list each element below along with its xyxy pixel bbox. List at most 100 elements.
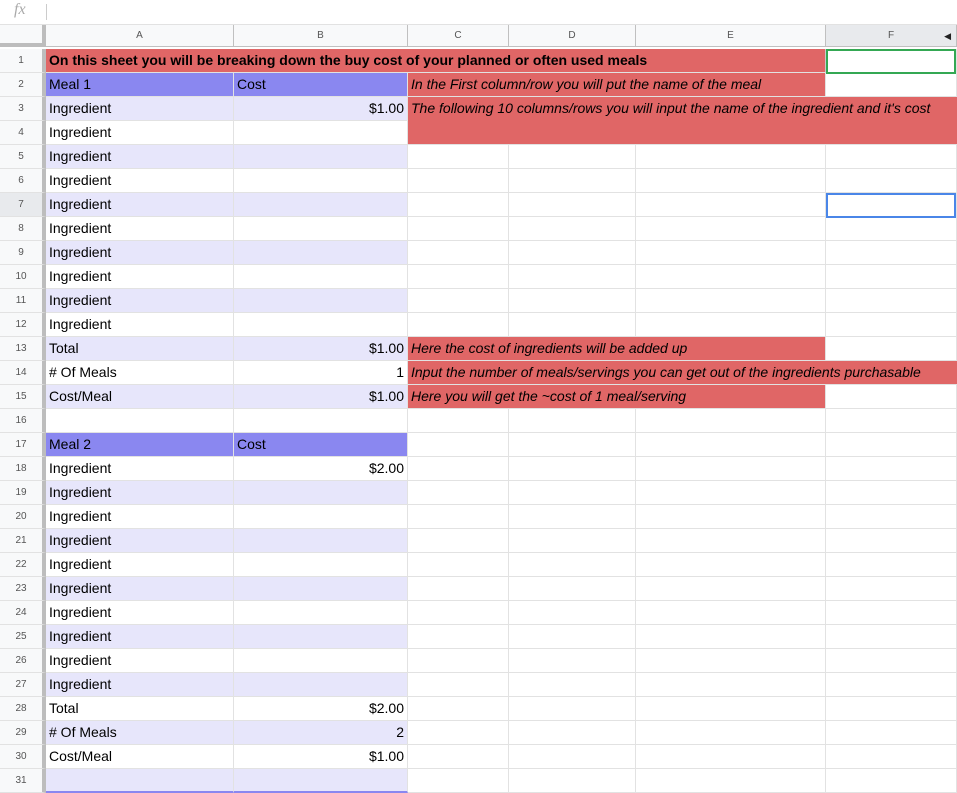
meal1-ingredient-cost[interactable]: $1.00 [234,97,408,121]
meal2-ingredient-cost[interactable] [234,649,408,673]
meal2-ingredient[interactable]: Ingredient [46,577,234,601]
empty-cell[interactable] [636,673,826,697]
empty-cell[interactable] [826,625,957,649]
empty-cell[interactable] [636,721,826,745]
meal2-ingredient-cost[interactable] [234,553,408,577]
empty-cell[interactable] [636,481,826,505]
empty-cell[interactable] [826,649,957,673]
empty-cell[interactable] [826,745,957,769]
empty-cell[interactable] [408,265,509,289]
empty-cell[interactable] [408,601,509,625]
empty-cell[interactable] [636,193,826,217]
meal2-ingredient[interactable]: Ingredient [46,625,234,649]
row-header[interactable]: 17 [0,433,46,457]
meal1-ingredient-cost[interactable] [234,193,408,217]
meal2-ingredient[interactable]: Ingredient [46,457,234,481]
note-row13[interactable]: Here the cost of ingredients will be add… [408,337,826,361]
empty-cell[interactable] [408,673,509,697]
meal1-costmeal[interactable]: $1.00 [234,385,408,409]
empty-cell[interactable] [408,625,509,649]
empty-cell[interactable] [509,217,636,241]
meal2-ingredient[interactable]: Ingredient [46,649,234,673]
meal2-ingredient[interactable]: Ingredient [46,553,234,577]
column-header-e[interactable]: E [636,25,826,47]
empty-cell[interactable] [509,625,636,649]
empty-cell[interactable] [826,385,957,409]
meal1-meals[interactable]: 1 [234,361,408,385]
empty-cell[interactable] [636,217,826,241]
empty-cell[interactable] [636,625,826,649]
row-header[interactable]: 2 [0,73,46,97]
empty-cell[interactable] [636,601,826,625]
empty-cell[interactable] [509,241,636,265]
empty-cell[interactable] [636,265,826,289]
empty-cell[interactable] [826,601,957,625]
empty-cell[interactable] [636,745,826,769]
row-header[interactable]: 18 [0,457,46,481]
empty-cell[interactable] [826,217,957,241]
meal2-ingredient-cost[interactable] [234,625,408,649]
empty-cell[interactable] [509,745,636,769]
row-header[interactable]: 29 [0,721,46,745]
row-header[interactable]: 21 [0,529,46,553]
row-header[interactable]: 22 [0,553,46,577]
meal2-ingredient-cost[interactable] [234,577,408,601]
meal1-total-label[interactable]: Total [46,337,234,361]
column-header-a[interactable]: A [46,25,234,47]
empty-cell[interactable] [408,145,509,169]
meal1-ingredient[interactable]: Ingredient [46,97,234,121]
empty-cell[interactable] [509,721,636,745]
meal2-meals[interactable]: 2 [234,721,408,745]
empty-cell[interactable] [509,313,636,337]
meal2-name[interactable]: Meal 2 [46,433,234,457]
row-header[interactable]: 24 [0,601,46,625]
empty-cell[interactable] [408,217,509,241]
empty-cell[interactable] [509,505,636,529]
empty-cell[interactable] [408,193,509,217]
meal2-ingredient-cost[interactable] [234,673,408,697]
empty-cell[interactable] [509,697,636,721]
column-header-f[interactable]: F [826,25,957,47]
meal2-ingredient[interactable]: Ingredient [46,505,234,529]
empty-cell[interactable] [408,169,509,193]
meal1-ingredient-cost[interactable] [234,241,408,265]
empty-cell[interactable] [408,481,509,505]
row-header[interactable]: 27 [0,673,46,697]
row-header[interactable]: 11 [0,289,46,313]
meal1-ingredient[interactable]: Ingredient [46,145,234,169]
row-header[interactable]: 1 [0,49,46,73]
empty-cell[interactable] [408,745,509,769]
empty-cell[interactable] [826,529,957,553]
selected-cell-f1[interactable] [826,49,956,74]
meal2-cost-header[interactable]: Cost [234,433,408,457]
empty-cell[interactable] [509,601,636,625]
select-all-corner[interactable] [0,25,46,47]
row-header[interactable]: 31 [0,769,46,793]
empty-cell[interactable] [826,553,957,577]
meal1-ingredient-cost[interactable] [234,169,408,193]
row-header[interactable]: 7 [0,193,46,217]
meal1-ingredient-cost[interactable] [234,289,408,313]
meal1-ingredient[interactable]: Ingredient [46,265,234,289]
meal1-name[interactable]: Meal 1 [46,73,234,97]
empty-cell[interactable] [636,433,826,457]
empty-cell[interactable] [826,313,957,337]
empty-cell[interactable] [826,673,957,697]
empty-cell[interactable] [509,409,636,433]
meal2-ingredient[interactable]: Ingredient [46,673,234,697]
empty-cell[interactable] [408,289,509,313]
empty-cell[interactable] [636,553,826,577]
column-header-c[interactable]: C [408,25,509,47]
empty-cell[interactable] [509,169,636,193]
empty-cell[interactable] [509,649,636,673]
empty-cell[interactable] [509,481,636,505]
empty-cell[interactable] [636,577,826,601]
empty-cell[interactable] [408,313,509,337]
meal2-costmeal-label[interactable]: Cost/Meal [46,745,234,769]
row-header[interactable]: 8 [0,217,46,241]
meal1-ingredient-cost[interactable] [234,217,408,241]
meal2-ingredient-cost[interactable] [234,529,408,553]
empty-cell[interactable] [509,529,636,553]
empty-cell[interactable] [408,577,509,601]
cell-b16[interactable] [234,409,408,433]
